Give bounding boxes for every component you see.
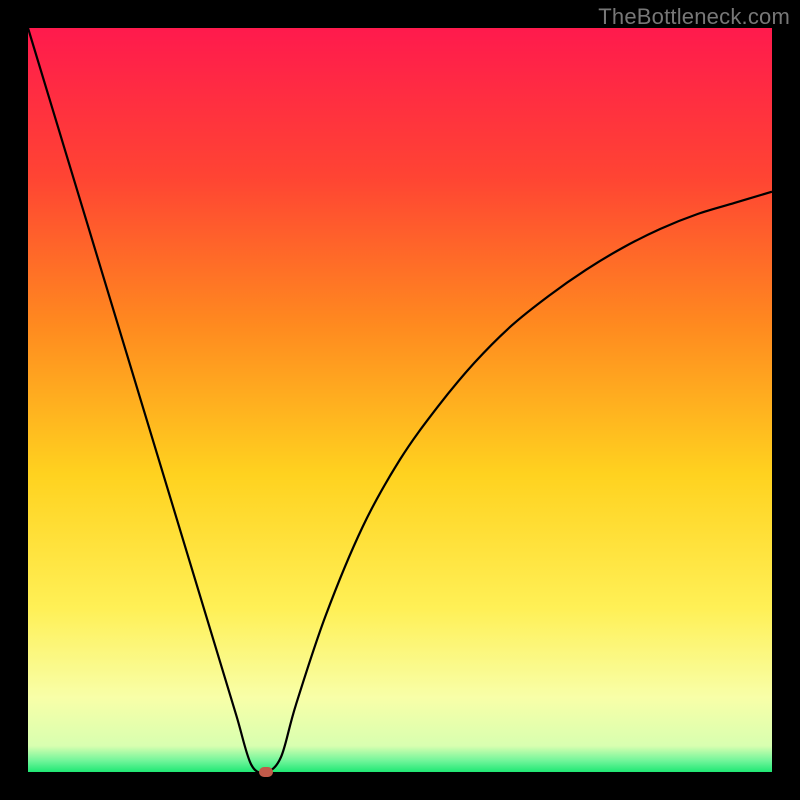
optimal-point-marker [259,767,273,777]
plot-area [28,28,772,772]
chart-frame: TheBottleneck.com [0,0,800,800]
watermark-text: TheBottleneck.com [598,4,790,30]
bottleneck-curve [28,28,772,772]
